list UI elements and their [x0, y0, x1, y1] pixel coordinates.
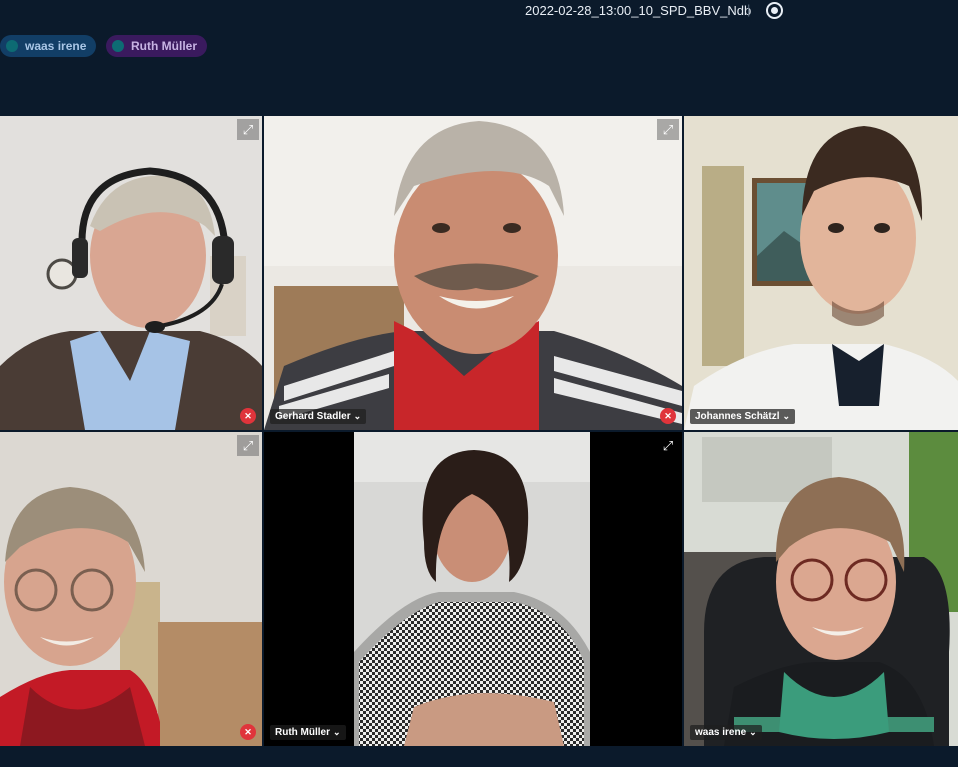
- video-tile[interactable]: ⤢ ✕: [0, 432, 262, 746]
- mic-muted-glyph: ✕: [244, 411, 252, 421]
- mic-muted-icon: ✕: [660, 408, 676, 424]
- chevron-down-icon: ⌄: [353, 411, 362, 421]
- video-grid: ⤢ ✕ Gerhard Stadler ⌄ ⤢ ✕ Johannes Schät…: [0, 116, 958, 746]
- speaker-chip-label: waas irene: [25, 39, 87, 53]
- participant-video: [684, 116, 958, 430]
- video-tile[interactable]: Gerhard Stadler ⌄ ⤢ ✕: [264, 116, 682, 430]
- chevron-down-icon: ⌄: [749, 727, 757, 737]
- expand-glyph: ⤢: [662, 438, 674, 453]
- speaker-chip-ruth-muller[interactable]: Ruth Müller: [106, 35, 207, 57]
- header-divider: |: [747, 2, 751, 17]
- expand-glyph: ⤢: [242, 122, 254, 137]
- participant-video: [264, 116, 682, 430]
- participant-name: waas irene: [695, 727, 747, 738]
- participant-video: [0, 116, 262, 430]
- participant-name: Johannes Schätzl: [695, 411, 780, 422]
- mic-muted-glyph: ✕: [664, 411, 672, 421]
- record-icon[interactable]: [766, 2, 783, 19]
- video-tile[interactable]: Johannes Schätzl ⌄: [684, 116, 958, 430]
- participant-name-tag[interactable]: waas irene ⌄: [690, 725, 762, 740]
- expand-icon[interactable]: ⤢: [237, 119, 259, 140]
- participant-video: [684, 432, 958, 746]
- participant-name-tag[interactable]: Johannes Schätzl ⌄: [690, 409, 796, 424]
- speaker-chip-waas-irene[interactable]: waas irene: [0, 35, 97, 57]
- recording-title: 2022-02-28_13:00_10_SPD_BBV_Ndb: [525, 3, 752, 18]
- speaking-indicator-icon: [6, 40, 18, 52]
- speaker-chip-label: Ruth Müller: [131, 39, 197, 53]
- video-tile[interactable]: waas irene ⌄: [684, 432, 958, 746]
- mic-muted-icon: ✕: [240, 408, 256, 424]
- participant-name: Gerhard Stadler: [275, 411, 351, 422]
- expand-glyph: ⤢: [242, 438, 254, 453]
- participant-name-tag[interactable]: Ruth Müller ⌄: [270, 725, 346, 740]
- participant-video: [0, 432, 262, 746]
- bottom-bar: [0, 746, 958, 767]
- participant-video: [264, 432, 682, 746]
- mic-muted-icon: ✕: [240, 724, 256, 740]
- meeting-header: 2022-02-28_13:00_10_SPD_BBV_Ndb | waas i…: [0, 0, 958, 116]
- expand-icon[interactable]: ⤢: [657, 435, 679, 456]
- mic-muted-glyph: ✕: [244, 727, 252, 737]
- video-tile[interactable]: Ruth Müller ⌄ ⤢: [264, 432, 682, 746]
- speaking-indicator-icon: [112, 40, 124, 52]
- expand-icon[interactable]: ⤢: [237, 435, 259, 456]
- expand-glyph: ⤢: [662, 122, 674, 137]
- chevron-down-icon: ⌄: [782, 411, 791, 421]
- video-tile[interactable]: ⤢ ✕: [0, 116, 262, 430]
- expand-icon[interactable]: ⤢: [657, 119, 679, 140]
- participant-name-tag[interactable]: Gerhard Stadler ⌄: [270, 409, 367, 424]
- chevron-down-icon: ⌄: [333, 727, 341, 737]
- participant-name: Ruth Müller: [275, 727, 330, 738]
